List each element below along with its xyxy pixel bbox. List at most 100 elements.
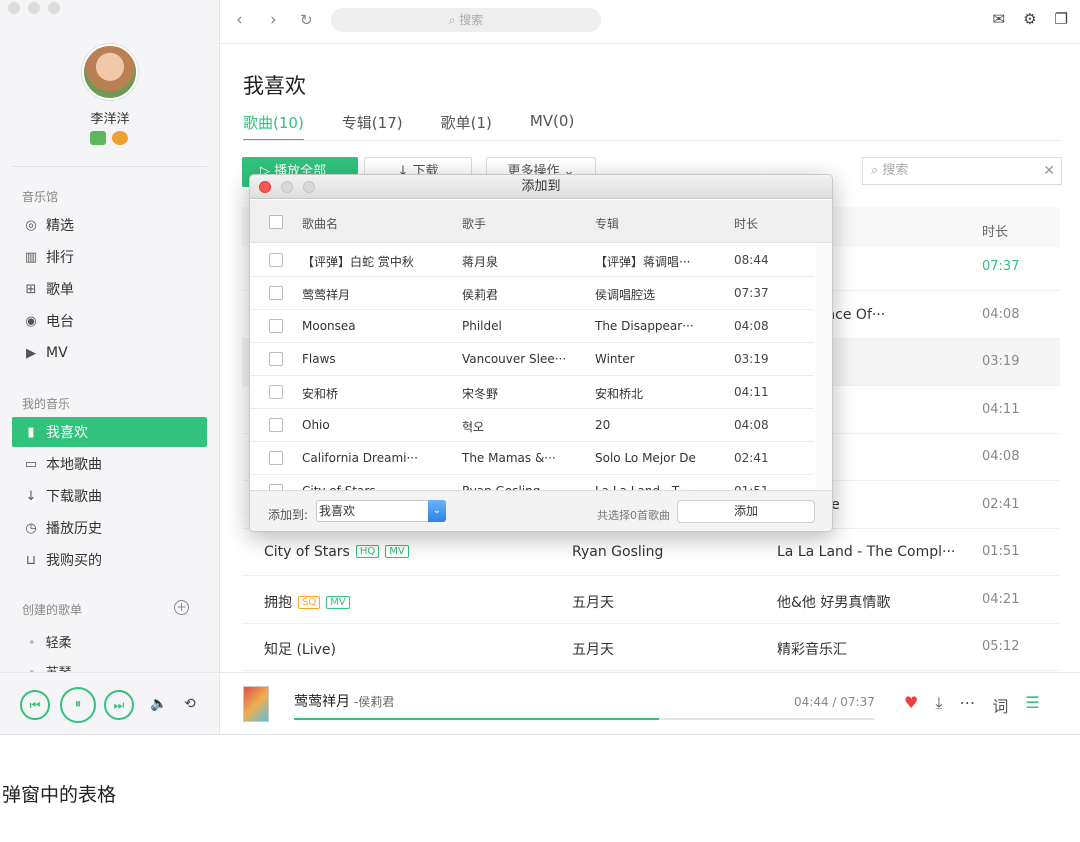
sidebar: 李洋洋 音乐馆 ◎ 精选 ▥ 排行 ⊞ 歌单 ◉ 电台 ▶ MV 我的音乐 ▮ 我喜欢 ▭ 本地歌曲 ↓ 下… (0, 0, 220, 672)
gear-icon[interactable]: ⚙ (1023, 10, 1036, 28)
song-album[interactable]: 他&他 好男真情歌 (777, 592, 890, 612)
lyrics-button[interactable]: 词 (992, 693, 1008, 717)
more-icon[interactable]: ⋯ (959, 693, 975, 717)
cart-icon: ⊔ (25, 552, 37, 568)
volume-icon[interactable]: 🔈 (150, 696, 167, 712)
row-album: The Disappear··· (595, 319, 694, 333)
sidebar-item[interactable]: ⊞ 歌单 (12, 274, 207, 304)
album-cover[interactable] (243, 686, 269, 722)
heart-icon[interactable]: ♥ (904, 693, 918, 717)
pause-icon[interactable]: ⏸ (60, 687, 96, 723)
now-playing-artist[interactable]: -侯莉君 (354, 695, 394, 709)
now-playing: 莺莺祥月 -侯莉君 (294, 691, 394, 711)
clear-icon[interactable]: ✕ (1043, 158, 1055, 184)
row-checkbox[interactable] (269, 352, 283, 366)
playlist-item[interactable]: • 轻柔 (28, 632, 72, 651)
target-playlist-select[interactable]: 我喜欢 ⌄ (316, 500, 446, 522)
table-row[interactable]: 知足 (Live) 五月天 精彩音乐汇 05:12 (242, 624, 1060, 671)
song-singer[interactable]: Ryan Gosling (572, 544, 663, 560)
sidebar-item[interactable]: ◉ 电台 (12, 306, 207, 336)
playlist-item[interactable]: •苏琴 (28, 662, 72, 672)
sidebar-item[interactable]: ◷ 播放历史 (12, 513, 207, 543)
table-row[interactable]: 【评弹】白蛇 赏中秋 蒋月泉 【评弹】蒋调唱··· 08:44 (250, 244, 814, 277)
level-badge-icon[interactable] (112, 131, 128, 145)
dialog-zoom-button[interactable] (303, 181, 315, 193)
tab-mv[interactable]: MV(0) (530, 112, 574, 141)
tab-playlists[interactable]: 歌单(1) (441, 112, 492, 141)
sidebar-item[interactable]: ◎ 精选 (12, 210, 207, 240)
playlist-queue-icon[interactable]: ☰ (1025, 693, 1039, 717)
avatar[interactable] (82, 44, 138, 100)
close-window-button[interactable] (8, 2, 20, 14)
sidebar-item[interactable]: ▥ 排行 (12, 242, 207, 272)
dialog-table-body[interactable]: 【评弹】白蛇 赏中秋 蒋月泉 【评弹】蒋调唱··· 08:44 莺莺祥月 侯莉君 侯调唱腔选… (250, 244, 832, 490)
row-checkbox[interactable] (269, 451, 283, 465)
row-checkbox[interactable] (269, 418, 283, 432)
row-checkbox[interactable] (269, 253, 283, 267)
row-checkbox[interactable] (269, 319, 283, 333)
sidebar-item[interactable]: ▶ MV (12, 338, 207, 368)
forward-icon[interactable]: › (270, 10, 277, 30)
mv-badge[interactable]: MV (385, 545, 409, 558)
add-playlist-icon[interactable]: + (174, 600, 189, 615)
download-icon[interactable]: ⤓ (935, 693, 942, 717)
now-playing-title[interactable]: 莺莺祥月 (294, 694, 350, 710)
dialog-close-button[interactable] (259, 181, 271, 193)
song-album[interactable]: 精彩音乐汇 (777, 639, 847, 659)
dialog-minimize-button[interactable] (281, 181, 293, 193)
zoom-window-button[interactable] (48, 2, 60, 14)
table-row[interactable]: Ohio 혁오 20 04:08 (250, 409, 814, 442)
refresh-icon[interactable]: ↻ (300, 11, 313, 29)
sidebar-item[interactable]: ▭ 本地歌曲 (12, 449, 207, 479)
table-row[interactable]: 拥抱 SQ MV 五月天 他&他 好男真情歌 04:21 (242, 577, 1060, 624)
player-actions: ♥ ⤓ ⋯ 词 ☰ (904, 693, 1040, 717)
mv-badge[interactable]: MV (326, 595, 350, 609)
chevron-down-icon: ⌄ (428, 500, 446, 522)
progress-bar[interactable] (294, 718, 874, 720)
song-title[interactable]: 知足 (Live) (264, 639, 336, 659)
mail-icon[interactable]: ✉ (993, 10, 1006, 28)
previous-track-icon[interactable]: ⏮ (20, 690, 50, 720)
table-row[interactable]: Moonsea Phildel The Disappear··· 04:08 (250, 310, 814, 343)
sidebar-item[interactable]: ▮ 我喜欢 (12, 417, 207, 447)
table-row[interactable]: City of Stars HQ MV Ryan Gosling La La Land … (242, 529, 1060, 576)
row-checkbox[interactable] (269, 385, 283, 399)
row-checkbox[interactable] (269, 286, 283, 300)
username[interactable]: 李洋洋 (0, 108, 219, 127)
song-duration: 04:21 (982, 591, 1020, 607)
top-toolbar: ‹ › ↻ ⌕ 搜索 ✉ ⚙ ❐ (220, 0, 1080, 44)
table-row[interactable]: California Dreami··· The Mamas &··· Solo L… (250, 442, 814, 475)
list-search-input[interactable]: ⌕ 搜索 ✕ (862, 157, 1062, 185)
add-button[interactable]: 添加 (677, 500, 815, 523)
song-album[interactable]: La La Land - The Compl··· (777, 544, 955, 560)
song-singer[interactable]: 五月天 (572, 592, 614, 612)
song-singer[interactable]: 五月天 (572, 639, 614, 659)
tab-albums[interactable]: 专辑(17) (342, 112, 403, 141)
select-all-checkbox[interactable] (269, 215, 283, 229)
monitor-icon: ▭ (24, 456, 38, 472)
loop-icon[interactable]: ⟲ (184, 696, 196, 712)
mini-mode-icon[interactable]: ❐ (1055, 10, 1068, 28)
song-title[interactable]: City of Stars HQ MV (264, 544, 409, 560)
dialog-scrollbar[interactable] (816, 244, 832, 490)
table-row[interactable]: 莺莺祥月 侯莉君 侯调唱腔选 07:37 (250, 277, 814, 310)
sidebar-item[interactable]: ⊔ 我购买的 (12, 545, 207, 575)
table-row[interactable]: City of StarsRyan GoslingLa La Land - T·… (250, 475, 814, 490)
sidebar-item[interactable]: ↓ 下载歌曲 (12, 481, 207, 511)
table-row[interactable]: Flaws Vancouver Slee··· Winter 03:19 (250, 343, 814, 376)
top-search-input[interactable]: ⌕ 搜索 (331, 8, 601, 32)
top-right-icons: ✉ ⚙ ❐ (993, 10, 1068, 28)
back-icon[interactable]: ‹ (236, 10, 243, 30)
song-title[interactable]: 拥抱 SQ MV (264, 592, 350, 612)
add-to-dialog: 添加到 歌曲名 歌手 专辑 时长 【评弹】白蛇 赏中秋 蒋月泉 【评弹】蒋调唱···… (249, 174, 833, 532)
table-row[interactable]: 安和桥 宋冬野 安和桥北 04:11 (250, 376, 814, 409)
row-album: 【评弹】蒋调唱··· (595, 255, 691, 269)
search-icon: ⌕ (448, 13, 460, 27)
next-track-icon[interactable]: ⏭ (104, 690, 134, 720)
tab-songs[interactable]: 歌曲(10) (243, 112, 304, 141)
sidebar-item-label: 歌单 (46, 282, 74, 298)
vip-badge-icon[interactable] (90, 131, 106, 145)
row-duration: 04:08 (734, 418, 769, 432)
row-duration: 02:41 (734, 451, 769, 465)
minimize-window-button[interactable] (28, 2, 40, 14)
